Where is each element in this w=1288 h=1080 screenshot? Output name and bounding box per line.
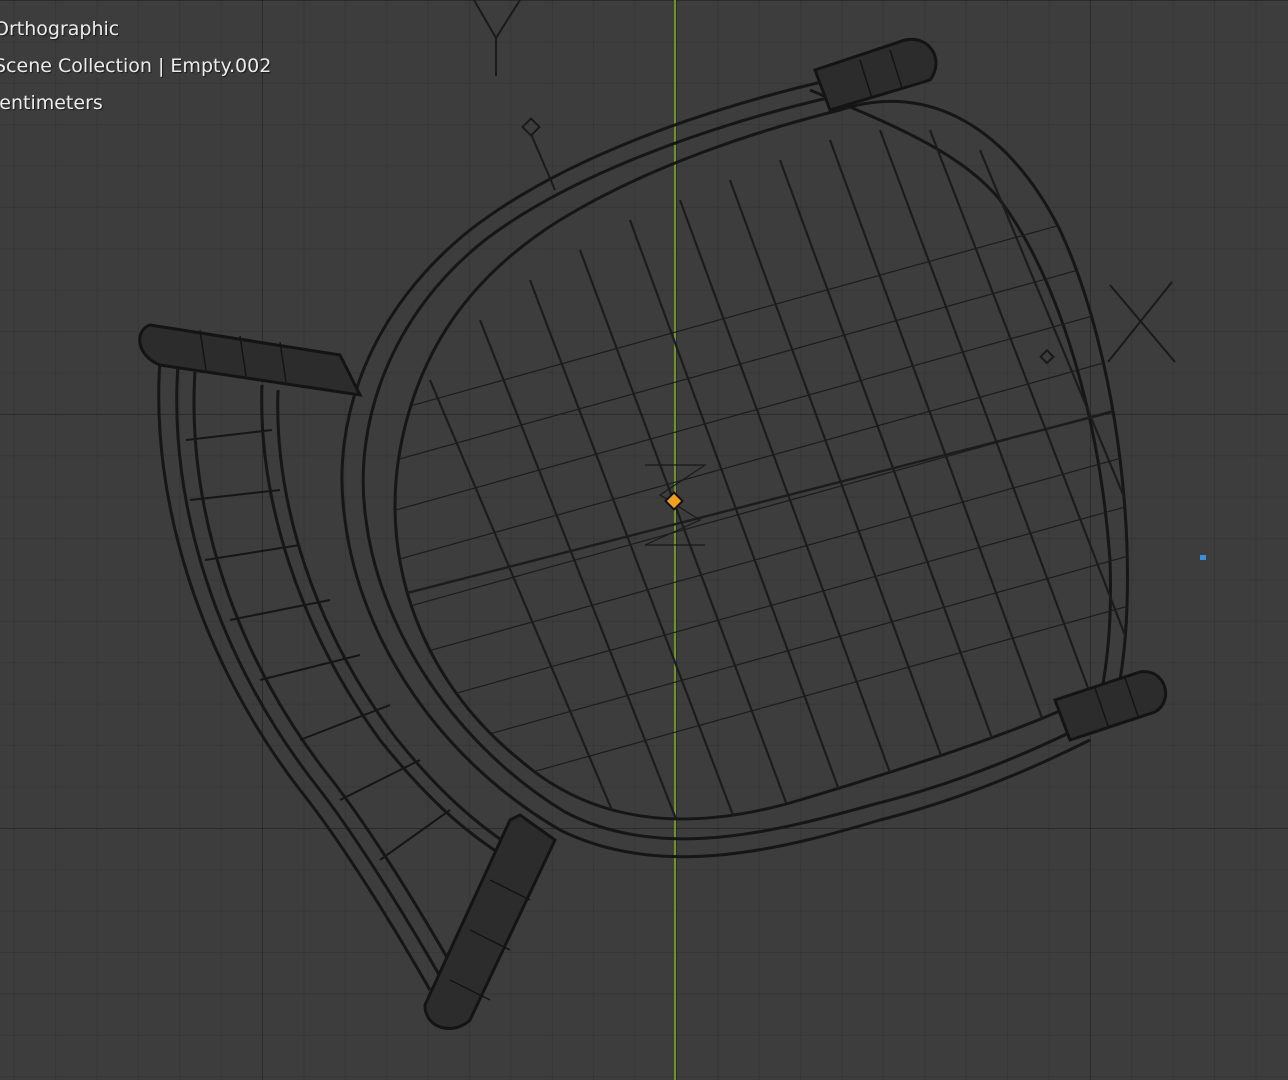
seat-slats: [428, 129, 1128, 820]
view-mode-label: Orthographic: [0, 18, 120, 40]
3d-viewport[interactable]: Orthographic Scene Collection | Empty.00…: [0, 0, 1288, 1080]
collection-info-label: Scene Collection | Empty.002: [0, 55, 272, 77]
chair-wireframe[interactable]: [0, 0, 1288, 1080]
light-point-icon: [1200, 555, 1206, 560]
chair-legs: [138, 37, 1168, 1030]
backrest-spindles: [185, 429, 451, 861]
x-axis-empty-icon: [1107, 281, 1176, 363]
seat-crosslines: [395, 199, 1128, 820]
seat-shell: [340, 78, 1129, 859]
y-axis-empty-icon: [473, 0, 521, 76]
units-label: Centimeters: [0, 92, 103, 114]
